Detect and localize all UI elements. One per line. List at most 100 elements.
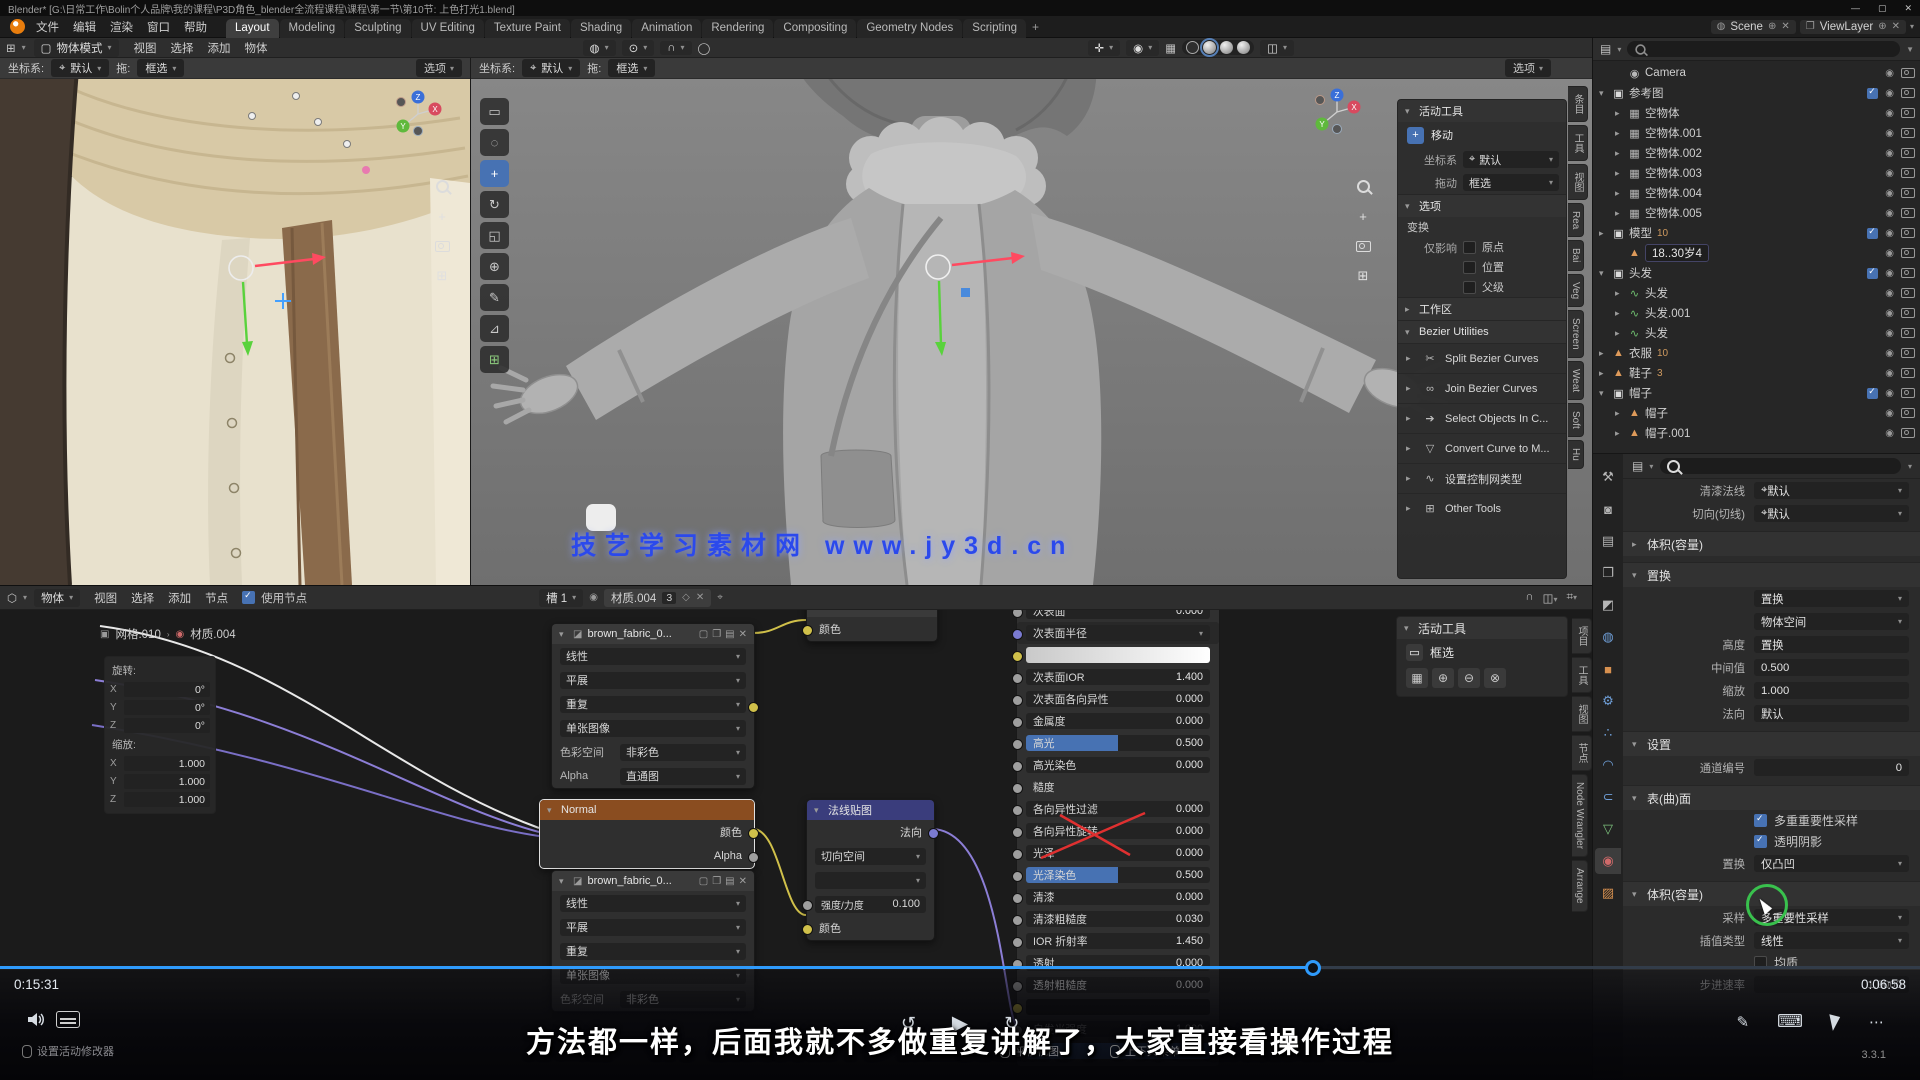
properties-tab[interactable]: ◙ (1595, 496, 1621, 522)
viewport-left[interactable]: 坐标系: ⌖ 默认▾ 拖: 框选▾ 选项▾ Z X Y + ⊞ (0, 58, 470, 585)
bsdf-input-row[interactable]: 光泽染色 0.500 (1017, 864, 1219, 886)
menu-item[interactable]: 文件 (29, 21, 66, 35)
transform-orientation-dropdown[interactable]: ◍▾ (583, 40, 616, 56)
unlink-scene-icon[interactable]: ✕ (1781, 21, 1789, 32)
options-dropdown[interactable]: 选项▾ (1505, 59, 1551, 77)
checkbox[interactable] (1754, 835, 1767, 848)
sidebar-tab[interactable]: 条目 (1568, 86, 1588, 122)
options-dropdown[interactable]: 选项▾ (416, 59, 462, 77)
checkbox[interactable] (1463, 261, 1476, 274)
eye-icon[interactable]: ◉ (1885, 208, 1894, 219)
editor-type-icon[interactable]: ▤▾ (1632, 459, 1653, 473)
eye-icon[interactable]: ◉ (1885, 248, 1894, 259)
displacement-section-header[interactable]: ▾置换 (1623, 562, 1920, 587)
tool-button[interactable]: ⊞ (480, 346, 509, 373)
workspace-tab[interactable]: Geometry Nodes (857, 19, 962, 38)
sidebar-tab[interactable]: Veg (1568, 274, 1584, 307)
orientation-dropdown[interactable]: ⌖ 默认▾ (51, 59, 109, 77)
normal-texture-node[interactable]: ▾Normal 颜色 Alpha (539, 799, 755, 869)
outliner-row[interactable]: ▸ ▣ 模型 10 ◉ (1593, 223, 1920, 243)
pan-icon[interactable]: + (432, 206, 452, 226)
drag-dropdown[interactable]: 框选▾ (1463, 174, 1559, 191)
sidebar-tab[interactable]: Arrange (1572, 860, 1588, 912)
menu-item[interactable]: 帮助 (177, 21, 214, 35)
properties-tab[interactable]: ▽ (1595, 816, 1621, 842)
workspace-tab[interactable]: Animation (632, 19, 701, 38)
workspace-tab[interactable]: Shading (571, 19, 631, 38)
properties-search-input[interactable] (1660, 458, 1901, 474)
space-dropdown-row[interactable]: 切向空间▾ (807, 844, 934, 868)
camera-icon[interactable] (1901, 368, 1915, 378)
options-icon[interactable]: ▾ (1908, 462, 1912, 471)
outliner-row[interactable]: ▸ ▦ 空物体.001 ◉ (1593, 123, 1920, 143)
outliner-row[interactable]: ▸ ▲ 衣服 10 ◉ (1593, 343, 1920, 363)
rotation-field[interactable]: Z0° (110, 717, 210, 734)
bsdf-input-row[interactable]: 次表面半径 (1017, 622, 1219, 644)
camera-icon[interactable] (1901, 168, 1915, 178)
workspace-tab[interactable]: Compositing (774, 19, 856, 38)
shader-type-dropdown[interactable]: 物体▾ (34, 589, 80, 607)
eye-icon[interactable]: ◉ (1885, 388, 1894, 399)
camera-icon[interactable] (1901, 428, 1915, 438)
outliner-row[interactable]: ▾ ▣ 帽子 ◉ (1593, 383, 1920, 403)
shader-menu-item[interactable]: 选择 (124, 592, 161, 606)
eye-icon[interactable]: ◉ (1885, 228, 1894, 239)
outliner-row[interactable]: ▸ ▲ 帽子 ◉ (1593, 403, 1920, 423)
camera-icon[interactable] (1901, 228, 1915, 238)
editor-type-icon[interactable]: ⊞▾ (6, 41, 26, 55)
tool-button[interactable]: ✎ (480, 284, 509, 311)
camera-icon[interactable] (1901, 248, 1915, 258)
bsdf-input-row[interactable]: 高光 0.500 (1017, 732, 1219, 754)
checkbox[interactable] (1754, 814, 1767, 827)
property-row[interactable]: 缩放 1.000 (1623, 679, 1920, 702)
node-header[interactable]: ▾◪ brown_fabric_0... ▢❐▤✕ (552, 871, 754, 891)
properties-tab[interactable]: ⚙ (1595, 688, 1621, 714)
viewport-menu-item[interactable]: 视图 (127, 42, 164, 56)
settings-section-header[interactable]: ▾设置 (1623, 731, 1920, 756)
properties-tab[interactable]: ⚒ (1595, 464, 1621, 490)
affect-checkbox-row[interactable]: 原点 (1463, 237, 1559, 257)
eye-icon[interactable]: ◉ (1885, 268, 1894, 279)
sidebar-tab[interactable]: Rea (1568, 203, 1584, 237)
box-select-tool-row[interactable]: ▭ 框选 (1397, 639, 1567, 665)
colorspace-row[interactable]: 色彩空间 非彩色▾ (552, 740, 754, 764)
shader-menu-item[interactable]: 添加 (161, 592, 198, 606)
select-mode-icon[interactable]: ⊕ (1432, 668, 1454, 688)
pivot-point-dropdown[interactable]: ⊙▾ (622, 40, 655, 56)
bsdf-input-row[interactable]: 各向异性过滤 0.000 (1017, 798, 1219, 820)
sidebar-tab[interactable]: 节点 (1572, 735, 1592, 771)
bsdf-input-row[interactable]: 清漆粗糙度 0.030 (1017, 908, 1219, 930)
eye-icon[interactable]: ◉ (1885, 368, 1894, 379)
gizmo-dropdown[interactable]: ✛▾ (1088, 40, 1121, 56)
eye-icon[interactable]: ◉ (1885, 88, 1894, 99)
node-header[interactable]: ▾Normal (540, 800, 754, 820)
menu-item[interactable]: 渲染 (103, 21, 140, 35)
camera-view-icon[interactable] (432, 236, 452, 256)
bsdf-input-row[interactable]: 金属度 0.000 (1017, 710, 1219, 732)
sidebar-tab[interactable]: 项目 (1572, 618, 1592, 654)
properties-tab[interactable]: ∴ (1595, 720, 1621, 746)
camera-icon[interactable] (1901, 148, 1915, 158)
shader-menu-item[interactable]: 视图 (87, 592, 124, 606)
image-texture-node[interactable]: ▾◪ brown_fabric_0... ▢❐▤✕ 线性▾ 平展▾ (551, 623, 755, 789)
editor-options-icon[interactable]: ⌗▾ (1567, 591, 1578, 605)
pan-icon[interactable]: + (1353, 206, 1373, 226)
bsdf-input-row[interactable]: 次表面颜色 (1017, 644, 1219, 666)
rendered-shading-icon[interactable] (1237, 41, 1250, 54)
wireframe-shading-icon[interactable] (1186, 41, 1199, 54)
outliner-row[interactable]: ▾ ▣ 参考图 ◉ (1593, 83, 1920, 103)
sidebar-tab[interactable]: 视图 (1568, 164, 1588, 200)
minimize-button[interactable]: — (1851, 3, 1860, 14)
outliner-row[interactable]: ▸ ∿ 头发.001 ◉ (1593, 303, 1920, 323)
checkbox[interactable] (1867, 388, 1878, 399)
orientation-dropdown[interactable]: ⌖ 默认▾ (1463, 151, 1559, 168)
bsdf-input-row[interactable]: 次表面 0.000 (1017, 610, 1219, 622)
outliner-row[interactable]: ◉ Camera ◉ (1593, 63, 1920, 83)
camera-icon[interactable] (1901, 188, 1915, 198)
checkbox[interactable] (1463, 241, 1476, 254)
bezier-tool-row[interactable]: ▸ ⊞ Other Tools (1398, 493, 1566, 523)
new-scene-icon[interactable]: ⊕ (1768, 21, 1776, 32)
outliner-row[interactable]: ▸ ∿ 头发 ◉ (1593, 323, 1920, 343)
workspace-tab[interactable]: Rendering (702, 19, 773, 38)
workspace-tab[interactable]: UV Editing (412, 19, 484, 38)
